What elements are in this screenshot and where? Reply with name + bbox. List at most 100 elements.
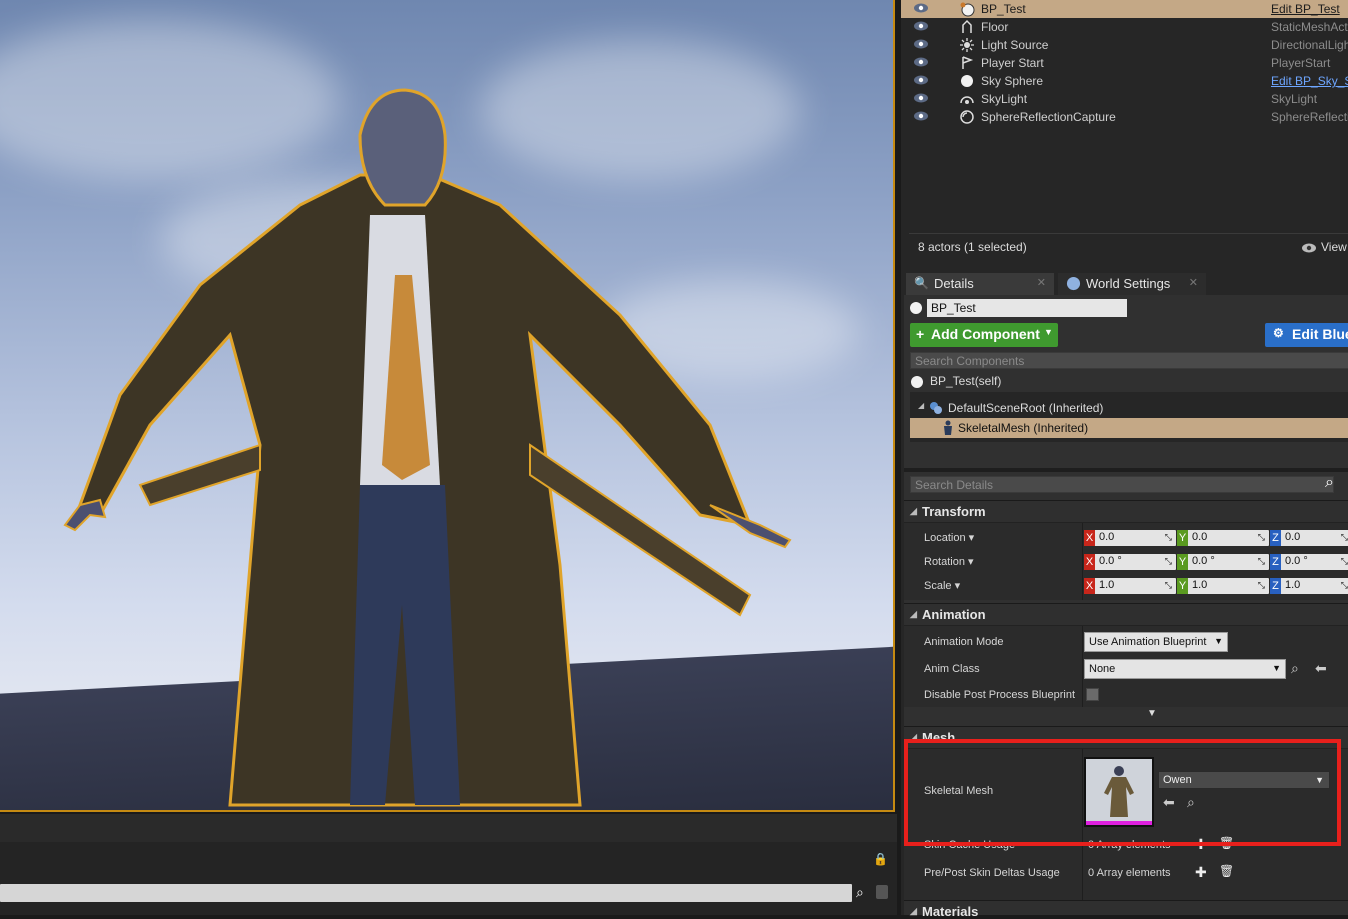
- value: 1.0: [1285, 579, 1301, 591]
- axis-z: Z: [1270, 530, 1281, 546]
- directional-light-icon: [960, 38, 974, 52]
- edit-blueprint-button[interactable]: ⚙ Edit Blue: [1265, 323, 1348, 347]
- scale-x-field[interactable]: X 1.0 ⤡: [1084, 578, 1176, 594]
- axis-z: Z: [1270, 578, 1281, 594]
- section-title: Transform: [922, 504, 986, 519]
- visibility-eye-icon[interactable]: [913, 110, 929, 122]
- lock-icon[interactable]: 🔒: [873, 852, 888, 866]
- console-command-input[interactable]: [0, 884, 852, 902]
- outliner-row-name: Light Source: [981, 38, 1049, 52]
- animation-mode-dropdown[interactable]: Use Animation Blueprint ▼: [1084, 632, 1228, 652]
- outliner-row-name: Floor: [981, 20, 1009, 34]
- value: 0.0 °: [1099, 555, 1122, 567]
- drag-arrows-icon: ⤡: [1257, 580, 1265, 590]
- outliner-row-sky-sphere[interactable]: Sky Sphere Edit BP_Sky_S: [901, 72, 1348, 90]
- visibility-eye-icon[interactable]: [913, 92, 929, 104]
- visibility-eye-icon[interactable]: [913, 2, 929, 14]
- close-tab-icon[interactable]: ✕: [1037, 276, 1046, 289]
- player-start-icon: [962, 56, 974, 69]
- trash-icon[interactable]: 🗑: [1219, 864, 1234, 878]
- level-viewport[interactable]: [0, 0, 895, 812]
- output-panel: 🔒: [0, 842, 897, 915]
- visibility-eye-icon[interactable]: [913, 20, 929, 32]
- section-materials[interactable]: ◢ Materials: [904, 900, 1348, 919]
- component-self-row[interactable]: BP_Test(self): [930, 374, 1001, 388]
- visibility-eye-icon[interactable]: [913, 74, 929, 86]
- add-component-button[interactable]: + Add Component ▼: [910, 323, 1058, 347]
- outliner-row-light-source[interactable]: Light Source DirectionalLigh: [901, 36, 1348, 54]
- component-default-scene-root[interactable]: DefaultSceneRoot (Inherited): [948, 401, 1103, 415]
- actor-name-input[interactable]: BP_Test: [927, 299, 1127, 317]
- browse-icon[interactable]: ⌕: [1291, 660, 1299, 677]
- search-icon[interactable]: ⌕: [1325, 474, 1334, 492]
- axis-x: X: [1084, 554, 1095, 570]
- edit-bp-test-link[interactable]: Edit BP_Test: [1271, 2, 1340, 16]
- advanced-expand-icon[interactable]: ▼: [1147, 708, 1157, 719]
- edit-blueprint-label: Edit Blue: [1292, 326, 1348, 342]
- section-animation[interactable]: ◢ Animation: [904, 603, 1348, 625]
- section-transform[interactable]: ◢ Transform: [904, 500, 1348, 522]
- rotation-z-field[interactable]: Z 0.0 ° ⤡: [1270, 554, 1348, 570]
- outliner-row-type: SkyLight: [1271, 92, 1318, 106]
- skeletal-mesh-icon: [944, 420, 952, 435]
- outliner-row-skylight[interactable]: SkyLight SkyLight: [901, 90, 1348, 108]
- add-element-icon[interactable]: ✚: [1195, 864, 1207, 881]
- scale-label[interactable]: Scale ▾: [924, 579, 960, 592]
- axis-y: Y: [1177, 554, 1188, 570]
- world-outliner: BP_Test Edit BP_Test Floor StaticMeshAct…: [901, 0, 1348, 265]
- location-z-field[interactable]: Z 0.0 ⤡: [1270, 530, 1348, 546]
- search-icon[interactable]: ⌕: [856, 884, 872, 902]
- value: 1.0: [1099, 579, 1115, 591]
- outliner-row-player-start[interactable]: Player Start PlayerStart: [901, 54, 1348, 72]
- anim-class-label: Anim Class: [924, 663, 980, 675]
- outliner-row-floor[interactable]: Floor StaticMeshActo: [901, 18, 1348, 36]
- disable-post-process-label: Disable Post Process Blueprint: [924, 689, 1076, 701]
- anim-class-dropdown[interactable]: None ▼: [1084, 659, 1286, 679]
- rotation-label[interactable]: Rotation ▾: [924, 555, 974, 568]
- skeletal-mesh-character[interactable]: [60, 85, 800, 812]
- outliner-row-name: Sky Sphere: [981, 74, 1044, 88]
- search-details-input[interactable]: Search Details: [910, 476, 1334, 493]
- section-title: Animation: [922, 607, 986, 622]
- skin-deltas-usage-label: Pre/Post Skin Deltas Usage: [924, 867, 1060, 879]
- right-hand-shape: [709, 504, 792, 549]
- visibility-eye-icon[interactable]: [913, 38, 929, 50]
- drag-arrows-icon: ⤡: [1164, 556, 1172, 566]
- close-tab-icon[interactable]: ✕: [1189, 276, 1198, 289]
- visibility-eye-icon[interactable]: [913, 56, 929, 68]
- tab-label: Details: [934, 276, 974, 291]
- dropdown-value: Use Animation Blueprint: [1089, 636, 1207, 648]
- skin-deltas-usage-value: 0 Array elements: [1088, 867, 1171, 879]
- use-selected-arrow-icon[interactable]: ⬅: [1315, 660, 1327, 677]
- tab-world-settings[interactable]: World Settings ✕: [1058, 273, 1206, 295]
- disable-post-process-checkbox[interactable]: [1086, 688, 1099, 701]
- animation-mode-label: Animation Mode: [924, 636, 1004, 648]
- rotation-y-field[interactable]: Y 0.0 ° ⤡: [1177, 554, 1269, 570]
- value: 0.0 °: [1285, 555, 1308, 567]
- outliner-row-bp-test[interactable]: BP_Test Edit BP_Test: [901, 0, 1348, 18]
- skylight-icon: [960, 96, 974, 104]
- static-mesh-icon: [962, 19, 972, 33]
- tab-label: World Settings: [1086, 276, 1171, 291]
- plus-icon: +: [916, 326, 925, 342]
- scale-y-field[interactable]: Y 1.0 ⤡: [1177, 578, 1269, 594]
- outliner-row-sphere-reflection-capture[interactable]: SphereReflectionCapture SphereReflectio: [901, 108, 1348, 126]
- location-label[interactable]: Location ▾: [924, 531, 974, 544]
- tab-details[interactable]: 🔍 Details ✕: [906, 273, 1054, 295]
- save-icon[interactable]: [876, 885, 888, 899]
- rotation-x-field[interactable]: X 0.0 ° ⤡: [1084, 554, 1176, 570]
- left-hand-shape: [63, 498, 107, 532]
- component-skeletal-mesh-row[interactable]: SkeletalMesh (Inherited): [910, 418, 1348, 438]
- panel-splitter[interactable]: [904, 468, 1348, 472]
- edit-bp-sky-sphere-link[interactable]: Edit BP_Sky_S: [1271, 74, 1348, 88]
- drag-arrows-icon: ⤡: [1257, 556, 1265, 566]
- head-shape: [358, 88, 447, 207]
- tree-expand-icon[interactable]: ◢: [918, 401, 924, 410]
- location-y-field[interactable]: Y 0.0 ⤡: [1177, 530, 1269, 546]
- scale-label-text: Scale: [924, 580, 952, 592]
- location-x-field[interactable]: X 0.0 ⤡: [1084, 530, 1176, 546]
- search-components-input[interactable]: Search Components: [910, 352, 1348, 369]
- scale-z-field[interactable]: Z 1.0 ⤡: [1270, 578, 1348, 594]
- drag-arrows-icon: ⤡: [1164, 532, 1172, 542]
- axis-y: Y: [1177, 578, 1188, 594]
